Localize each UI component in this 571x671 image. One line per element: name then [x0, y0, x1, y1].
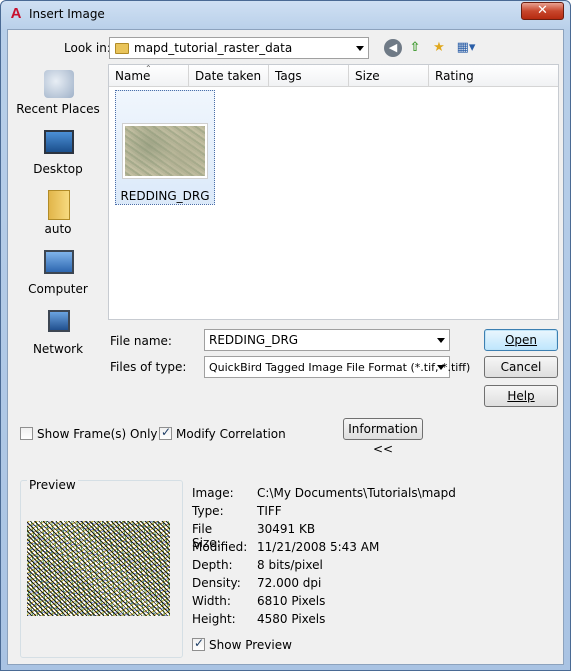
title-bar[interactable]: A Insert Image ✕ — [1, 1, 570, 27]
look-in-dropdown[interactable]: mapd_tutorial_raster_data — [109, 37, 369, 59]
chevron-down-icon — [437, 338, 445, 343]
place-recent-places[interactable]: Recent Places — [10, 66, 106, 124]
preview-title: Preview — [27, 478, 78, 492]
user-folder-icon — [48, 190, 70, 220]
folder-icon — [115, 43, 129, 54]
help-button[interactable]: Help — [484, 385, 558, 407]
open-button[interactable]: Open — [484, 329, 558, 351]
preview-image — [27, 521, 170, 616]
place-network[interactable]: Network — [10, 306, 106, 364]
column-label: Size — [355, 69, 380, 83]
sort-up-icon: ⌃ — [145, 64, 152, 73]
recent-places-icon — [44, 70, 74, 98]
place-label: Desktop — [33, 162, 83, 176]
place-label: auto — [44, 222, 72, 236]
show-preview-label[interactable]: Show Preview — [209, 638, 292, 652]
show-frames-only-label[interactable]: Show Frame(s) Only — [37, 427, 158, 441]
file-list[interactable]: Name ⌃ Date taken Tags Size Rating REDDI… — [108, 64, 559, 320]
chevron-down-icon — [356, 46, 364, 51]
views-menu-icon[interactable]: ▦▾ — [454, 39, 478, 57]
modify-correlation-label[interactable]: Modify Correlation — [176, 427, 286, 441]
dialog-body: Look in: mapd_tutorial_raster_data ◀ ⇧ ★… — [7, 29, 564, 665]
column-header-tags[interactable]: Tags — [269, 65, 349, 87]
files-of-type-dropdown[interactable]: QuickBird Tagged Image File Format (*.ti… — [204, 356, 470, 378]
column-header-name[interactable]: Name ⌃ — [109, 64, 189, 87]
computer-icon — [44, 250, 74, 274]
look-in-value: mapd_tutorial_raster_data — [134, 41, 293, 55]
files-of-type-value: QuickBird Tagged Image File Format (*.ti… — [209, 361, 471, 374]
preview-group: Preview — [20, 478, 183, 658]
cancel-button[interactable]: Cancel — [484, 356, 558, 378]
places-bar: Recent Places Desktop auto Computer Netw… — [10, 66, 106, 356]
chevron-down-icon — [437, 365, 445, 370]
files-of-type-label: Files of type: — [110, 360, 187, 374]
look-in-label: Look in: — [64, 41, 111, 55]
place-computer[interactable]: Computer — [10, 246, 106, 304]
column-label: Tags — [275, 69, 302, 83]
up-folder-icon[interactable]: ⇧ — [406, 39, 424, 57]
column-header-rating[interactable]: Rating — [429, 65, 558, 87]
column-label: Date taken — [195, 69, 262, 83]
new-folder-icon[interactable]: ★ — [430, 39, 448, 57]
place-label: Computer — [28, 282, 88, 296]
file-name-field[interactable]: REDDING_DRG — [204, 329, 450, 351]
column-label: Rating — [435, 69, 474, 83]
place-label: Recent Places — [16, 102, 100, 116]
information-button[interactable]: Information << — [343, 418, 423, 456]
insert-image-dialog: A Insert Image ✕ Look in: mapd_tutorial_… — [0, 0, 571, 671]
column-header-date-taken[interactable]: Date taken — [189, 65, 269, 87]
file-item-label: REDDING_DRG — [120, 189, 210, 203]
show-frames-only-checkbox[interactable] — [20, 427, 33, 440]
close-icon: ✕ — [537, 3, 548, 18]
file-name-value: REDDING_DRG — [209, 333, 299, 347]
place-label: Network — [32, 342, 84, 356]
show-preview-checkbox[interactable] — [192, 636, 205, 651]
file-thumbnail — [122, 123, 208, 179]
autocad-logo-icon: A — [10, 5, 22, 22]
file-name-label: File name: — [110, 334, 172, 348]
place-auto[interactable]: auto — [10, 186, 106, 244]
column-header-size[interactable]: Size — [349, 65, 429, 87]
close-button[interactable]: ✕ — [521, 2, 564, 20]
desktop-icon — [44, 130, 74, 154]
file-item-redding-drg[interactable]: REDDING_DRG — [115, 90, 215, 205]
network-icon — [48, 310, 70, 332]
map-thumbnail-image — [125, 126, 205, 176]
place-desktop[interactable]: Desktop — [10, 126, 106, 184]
dialog-title: Insert Image — [29, 7, 105, 21]
back-icon[interactable]: ◀ — [384, 39, 402, 57]
modify-correlation-checkbox[interactable] — [159, 425, 172, 440]
